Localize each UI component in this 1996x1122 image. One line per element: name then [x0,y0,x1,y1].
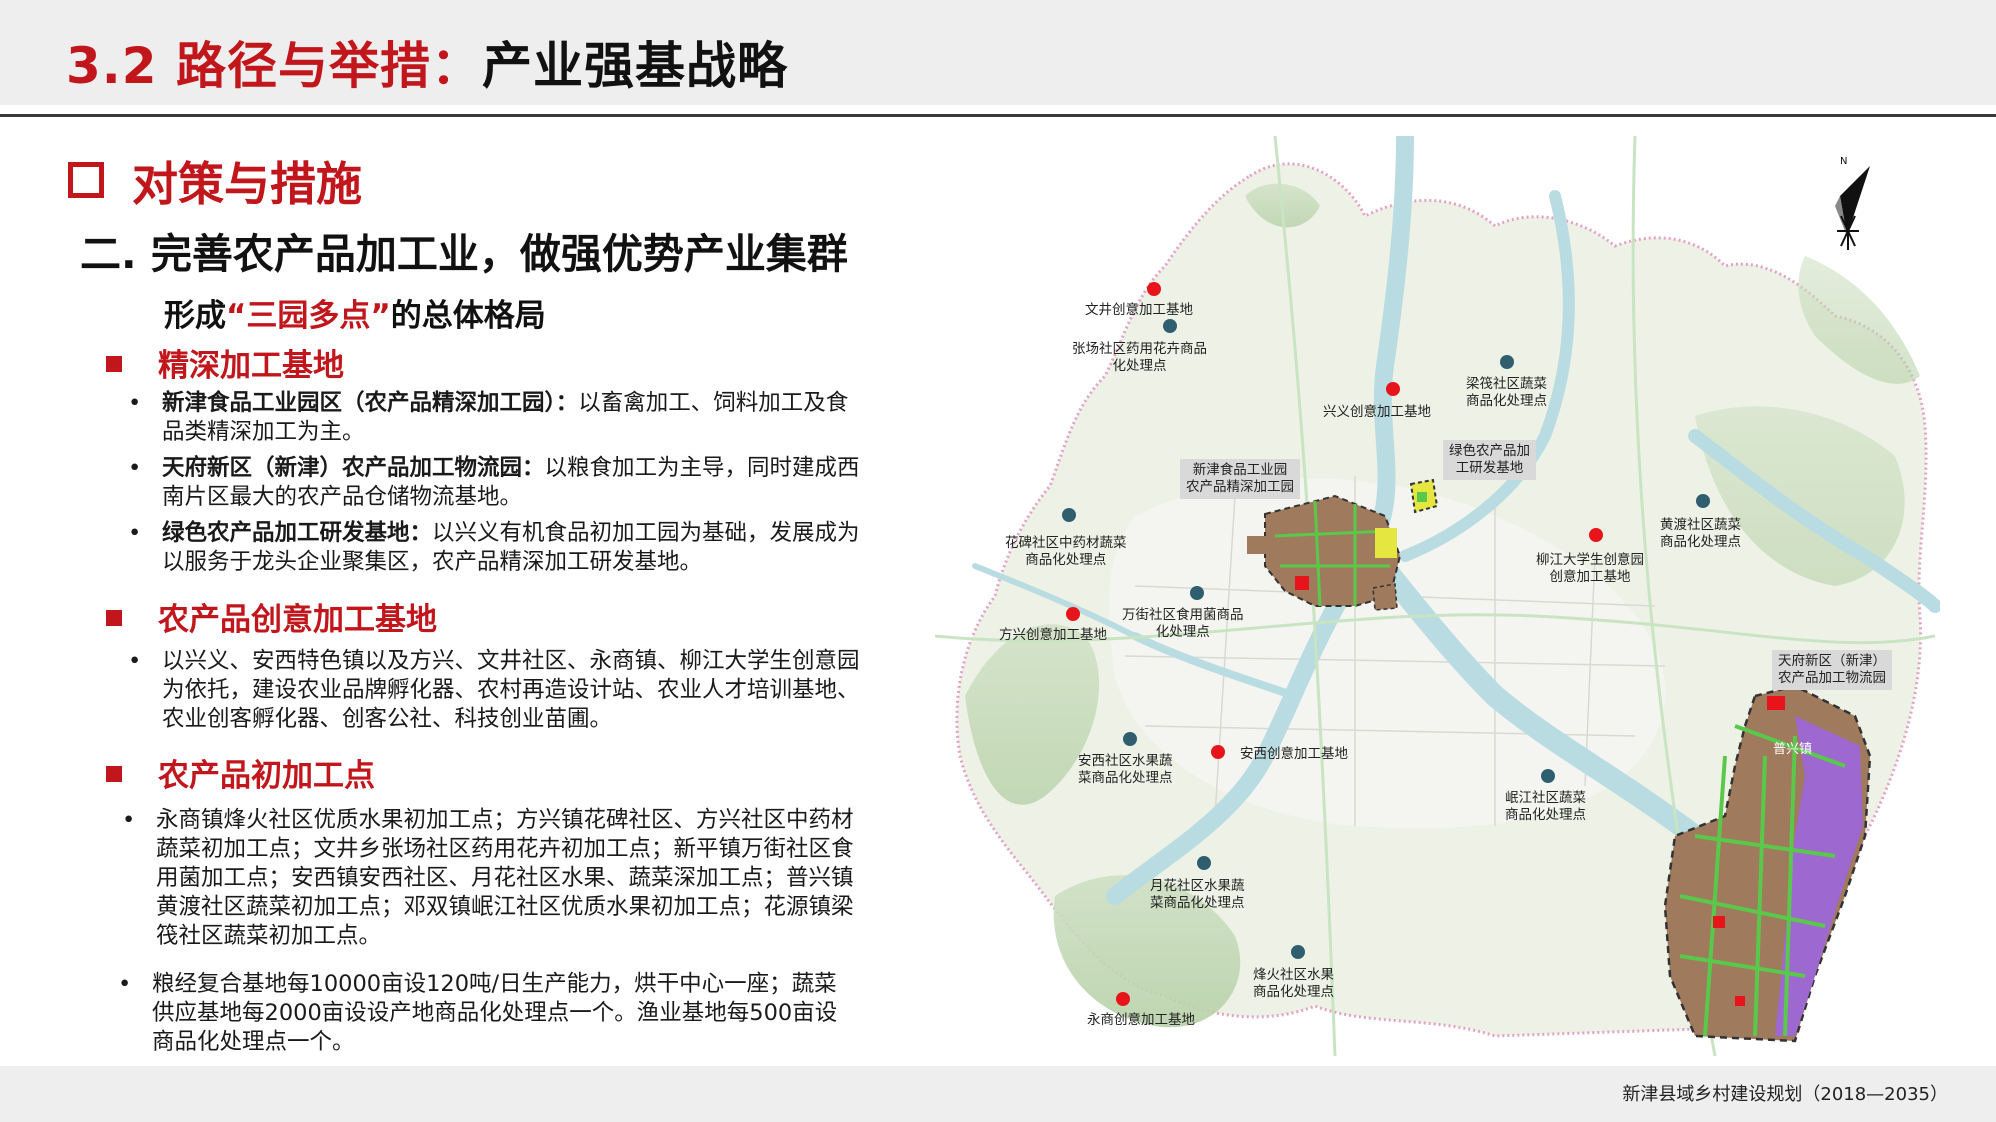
map-label: 岷江社区蔬菜 商品化处理点 [1505,790,1586,823]
list-item: • 以兴义、安西特色镇以及方兴、文井社区、永商镇、柳江大学生创意园为依托，建设农… [128,647,870,734]
footer-text: 新津县域乡村建设规划（2018—2035） [1622,1084,1948,1105]
map-label: 安西创意加工基地 [1240,746,1348,762]
list-item: • 绿色农产品加工研发基地：以兴义有机食品初加工园为基础，发展成为以服务于龙头企… [128,519,870,577]
pattern-prefix: 形成 [164,298,226,334]
list-item-text: 粮经复合基地每10000亩设120吨/日生产能力，烘干中心一座；蔬菜供应基地每2… [152,971,838,1055]
category-heading-creative-processing: 农产品创意加工基地 [106,594,437,639]
north-label: N [1840,156,1847,167]
bullet-icon: • [128,455,142,481]
filled-square-icon [106,766,122,782]
category-title: 农产品初加工点 [158,758,375,794]
hollow-square-icon [68,162,104,198]
filled-square-icon [106,610,122,626]
section-heading: 对策与措施 [68,148,362,214]
point-yuehua [1197,856,1211,870]
map-label-boxed: 新津食品工业园 农产品精深加工园 [1180,459,1300,499]
bullet-icon: • [122,807,136,833]
point-zhangchang [1163,319,1177,333]
category-title: 精深加工基地 [158,348,344,384]
point-anxi-creative [1211,745,1225,759]
planning-map: 普兴镇 N 文井创意加工基地 张场社区药用花卉商品 化处理点 兴义创意加工基地 … [935,136,1940,1056]
map-label: 月花社区水果蔬 菜商品化处理点 [1150,878,1245,911]
point-anxi-fruit [1123,732,1137,746]
title-prefix: 3.2 路径与举措： [66,37,482,95]
section-heading-text: 对策与措施 [132,157,362,211]
map-label-boxed: 天府新区（新津） 农产品加工物流园 [1772,650,1892,690]
map-label: 文井创意加工基地 [1085,302,1193,318]
pattern-quote: “三园多点” [226,298,391,334]
point-huangdu [1696,494,1710,508]
map-label: 永商创意加工基地 [1087,1012,1195,1028]
point-liangfa [1500,355,1514,369]
point-wanjie [1190,586,1204,600]
point-minjiang [1541,769,1555,783]
list-item-text: 以兴义、安西特色镇以及方兴、文井社区、永商镇、柳江大学生创意园为依托，建设农业品… [162,648,860,732]
list-item-bold: 天府新区（新津）农产品加工物流园： [162,455,545,481]
point-fangxing-creative [1066,607,1080,621]
list-item-text: 永商镇烽火社区优质水果初加工点；方兴镇花碑社区、方兴社区中药材蔬菜初加工点；文井… [156,807,854,949]
page-title: 3.2 路径与举措：产业强基战略 [66,26,788,98]
list-item-bold: 绿色农产品加工研发基地： [162,520,433,546]
category-heading-primary-processing: 农产品初加工点 [106,750,375,795]
map-label-boxed: 绿色农产品加 工研发基地 [1443,440,1536,480]
map-label: 黄渡社区蔬菜 商品化处理点 [1660,517,1741,550]
list-item: • 粮经复合基地每10000亩设120吨/日生产能力，烘干中心一座；蔬菜供应基地… [118,970,848,1057]
point-xingyi-creative [1386,382,1400,396]
map-label: 安西社区水果蔬 菜商品化处理点 [1078,753,1173,786]
bullet-icon: • [128,390,142,416]
map-label: 梁筏社区蔬菜 商品化处理点 [1466,376,1547,409]
point-huabei [1062,508,1076,522]
header-divider [0,114,1996,117]
point-yongshang-creative [1116,992,1130,1006]
bullet-icon: • [128,520,142,546]
map-graphic: 普兴镇 N [935,136,1940,1056]
list-item: • 天府新区（新津）农产品加工物流园：以粮食加工为主导，同时建成西南片区最大的农… [128,454,870,512]
point-liujiang-creative [1589,528,1603,542]
list-item: • 永商镇烽火社区优质水果初加工点；方兴镇花碑社区、方兴社区中药材蔬菜初加工点；… [122,806,854,951]
pattern-heading: 形成“三园多点”的总体格局 [164,290,546,335]
point-fenghuo [1291,945,1305,959]
title-main: 产业强基战略 [481,37,788,95]
map-label: 柳江大学生创意园 创意加工基地 [1536,552,1644,585]
pattern-suffix: 的总体格局 [390,298,546,334]
bullet-icon: • [118,971,132,997]
filled-square-icon [106,356,122,372]
point-wenjing-creative [1147,282,1161,296]
bullet-icon: • [128,648,142,674]
map-label: 方兴创意加工基地 [999,627,1107,643]
town-label: 普兴镇 [1773,742,1812,757]
category-title: 农产品创意加工基地 [158,602,437,638]
list-item: • 新津食品工业园区（农产品精深加工园）：以畜禽加工、饲料加工及食品类精深加工为… [128,389,870,447]
map-label: 兴义创意加工基地 [1323,404,1431,420]
section-subheading: 二. 完善农产品加工业，做强优势产业集群 [80,230,848,278]
list-item-bold: 新津食品工业园区（农产品精深加工园）： [162,390,579,416]
map-label: 花碑社区中药材蔬菜 商品化处理点 [1005,535,1127,568]
category-heading-deep-processing: 精深加工基地 [106,340,344,385]
map-label: 烽火社区水果 商品化处理点 [1253,967,1334,1000]
map-label: 万街社区食用菌商品 化处理点 [1122,607,1244,640]
map-label: 张场社区药用花卉商品 化处理点 [1072,341,1207,374]
